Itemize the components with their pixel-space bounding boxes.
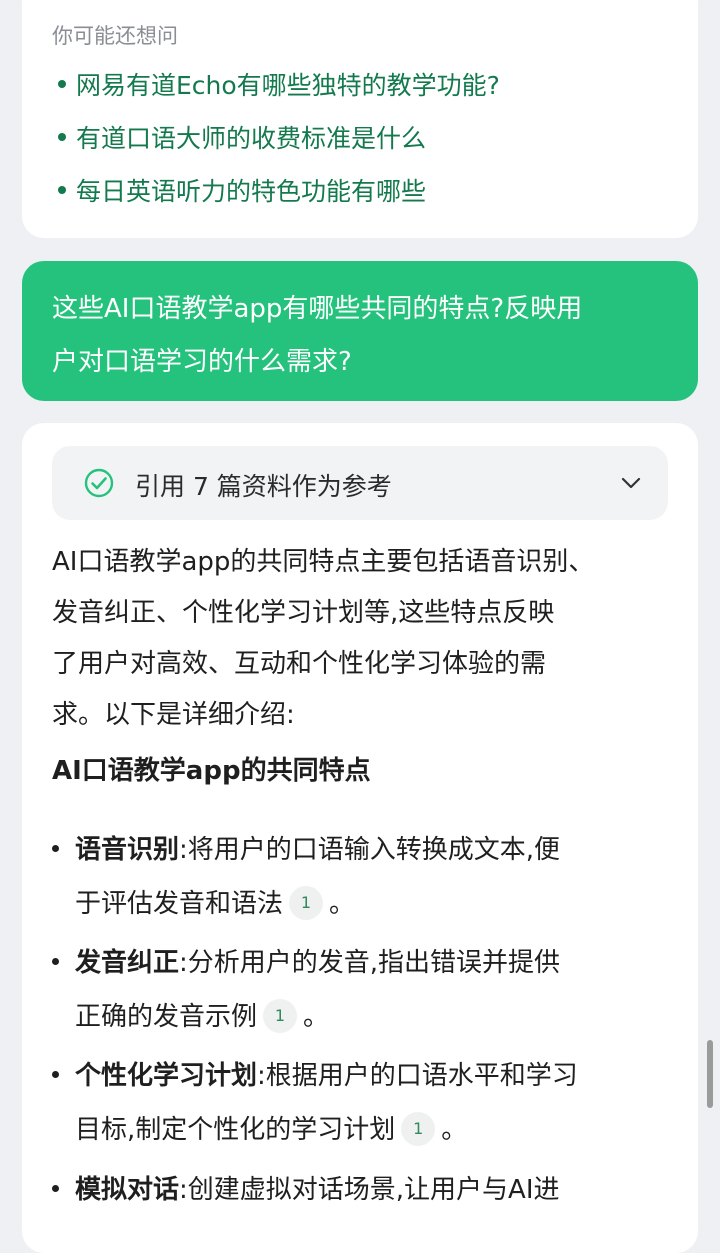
bullet-dot — [52, 845, 59, 852]
user-message-line: 这些AI口语教学app有哪些共同的特点?反映用 — [52, 294, 583, 324]
bullet-dot — [58, 133, 66, 141]
list-item-text: 于评估发音和语法 — [75, 889, 284, 919]
answer-intro-line: AI口语教学app的共同特点主要包括语音识别、 — [52, 547, 595, 577]
list-item-end: 。 — [441, 1115, 468, 1145]
bullet-dot — [52, 1185, 59, 1192]
list-item-term: 个性化学习计划 — [75, 1061, 258, 1091]
bullet-dot — [58, 186, 66, 194]
suggestion-item-label: 网易有道Echo有哪些独特的教学功能? — [76, 71, 500, 100]
list-item-text: :分析用户的发音,指出错误并提供 — [179, 948, 561, 978]
answer-intro-line: 发音纠正、个性化学习计划等,这些特点反映 — [52, 598, 555, 628]
list-item-text: :将用户的口语输入转换成文本,便 — [179, 835, 561, 865]
answer-intro-line: 求。以下是详细介绍: — [52, 700, 295, 730]
list-item-text: 目标,制定个性化的学习计划 — [75, 1115, 396, 1145]
user-message-bubble: 这些AI口语教学app有哪些共同的特点?反映用 户对口语学习的什么需求? — [22, 261, 698, 401]
answer-intro: AI口语教学app的共同特点主要包括语音识别、 发音纠正、个性化学习计划等,这些… — [52, 537, 672, 741]
list-item-text: :创建虚拟对话场景,让用户与AI进 — [179, 1175, 560, 1205]
list-item-end: 。 — [303, 1002, 330, 1032]
answer-intro-line: 了用户对高效、互动和个性化学习体验的需 — [52, 649, 547, 679]
suggestions-heading: 你可能还想问 — [52, 24, 178, 48]
list-item-term: 语音识别 — [75, 835, 180, 865]
bullet-dot — [52, 958, 59, 965]
user-message-line: 户对口语学习的什么需求? — [52, 347, 352, 377]
suggestion-item-label: 每日英语听力的特色功能有哪些 — [76, 177, 427, 206]
check-circle-icon — [84, 468, 114, 498]
list-item-text: :根据用户的口语水平和学习 — [257, 1061, 578, 1091]
bullet-dot — [58, 80, 66, 88]
chevron-down-icon[interactable] — [620, 472, 642, 494]
suggestion-item-2[interactable]: 有道口语大师的收费标准是什么 — [58, 119, 426, 155]
citation-badge[interactable]: 1 — [263, 998, 298, 1033]
list-item-text: 正确的发音示例 — [75, 1002, 258, 1032]
citation-badge[interactable]: 1 — [401, 1111, 436, 1146]
list-item-term: 模拟对话 — [75, 1175, 180, 1205]
section-heading: AI口语教学app的共同特点 — [52, 756, 371, 786]
bullet-dot — [52, 1071, 59, 1078]
suggestion-item-3[interactable]: 每日英语听力的特色功能有哪些 — [58, 172, 426, 208]
suggestion-item-label: 有道口语大师的收费标准是什么 — [76, 124, 427, 153]
list-item-term: 发音纠正 — [75, 948, 180, 978]
list-item-end: 。 — [329, 889, 356, 919]
suggestion-item-1[interactable]: 网易有道Echo有哪些独特的教学功能? — [58, 66, 500, 102]
scrollbar-thumb[interactable] — [707, 1040, 713, 1108]
references-label: 引用 7 篇资料作为参考 — [135, 472, 392, 501]
citation-badge[interactable]: 1 — [289, 885, 324, 920]
